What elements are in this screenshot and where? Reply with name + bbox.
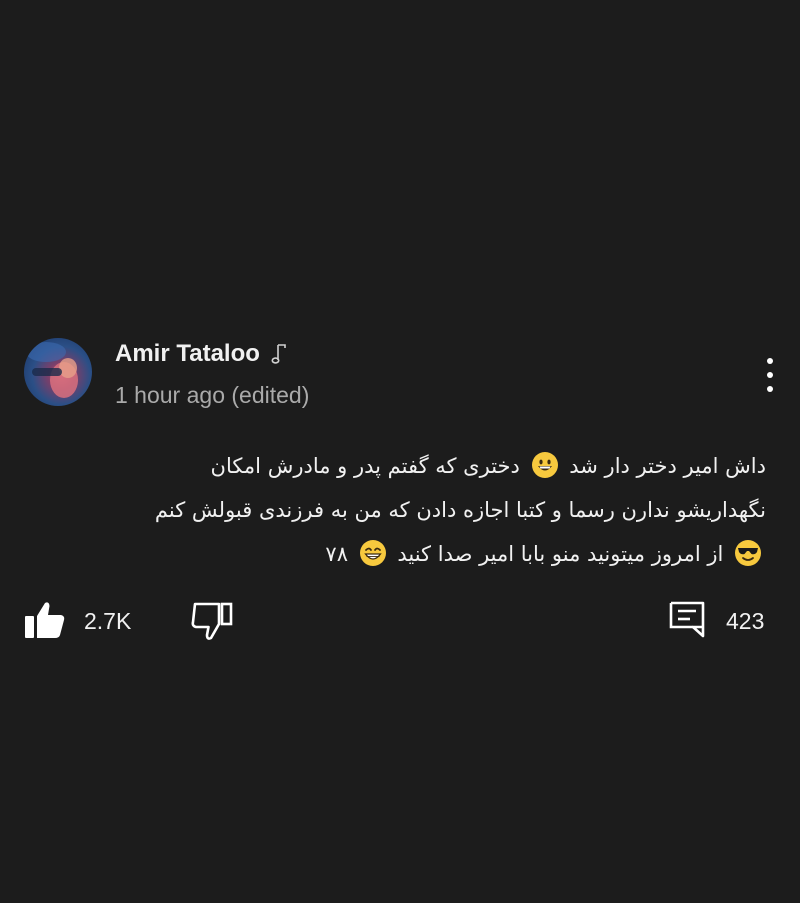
comment: Amir Tataloo 1 hour ago (edited) داش امی… [0,330,800,650]
author-name[interactable]: Amir Tataloo [115,340,288,368]
more-vert-icon [767,358,773,364]
comment-reply-icon [669,601,705,638]
avatar-photo-icon [26,342,78,398]
reply-count: 423 [726,608,765,634]
author-name-label: Amir Tataloo [115,340,260,367]
smiling-face-with-sunglasses-emoji-icon [735,540,761,566]
comment-text-line-3: از امروز میتونید منو بابا امیر صدا کنید … [20,532,766,576]
comment-text-line-2: نگهداریشو ندارن رسما و کتبا اجازه دادن ک… [154,498,766,522]
comment-text: داش امیر دختر دار شد دختری که گفتم پدر و… [20,444,766,576]
dislike-button[interactable] [190,600,234,642]
beaming-face-emoji-icon [359,540,386,566]
comment-text-line-1: داش امیر دختر دار شد دختری که گفتم پدر و… [20,444,766,488]
grinning-face-emoji-icon [531,452,558,478]
comment-actions: 2.7K 423 [0,598,800,642]
author-avatar[interactable] [24,338,92,406]
thumbs-down-icon [191,602,233,640]
like-button[interactable] [24,600,66,640]
like-count: 2.7K [84,608,132,634]
comment-timestamp: 1 hour ago (edited) [115,382,310,408]
music-note-icon [271,344,286,364]
more-options-button[interactable] [756,358,784,392]
thumbs-up-icon [25,602,65,638]
reply-button[interactable] [668,600,706,638]
